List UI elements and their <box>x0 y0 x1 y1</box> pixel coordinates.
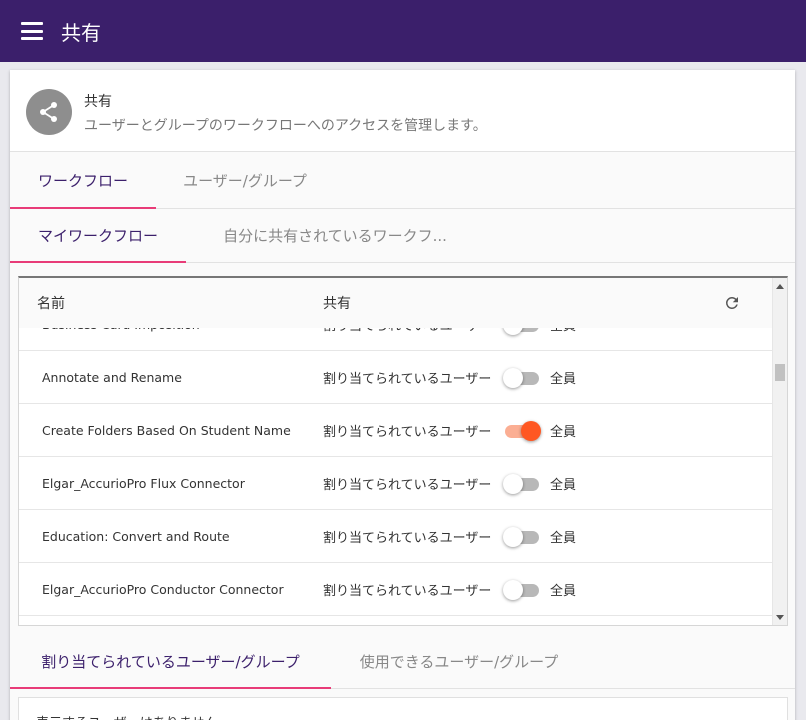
workflow-name: Annotate and Rename <box>42 370 182 385</box>
tab-shared-with-me[interactable]: 自分に共有されているワークフ... <box>186 209 484 262</box>
tab-workflows[interactable]: ワークフロー <box>10 152 156 209</box>
all-label: 全員 <box>550 531 577 546</box>
page-header: 共有 ユーザーとグループのワークフローへのアクセスを管理します。 <box>10 70 795 152</box>
table-row: Elgar_AccurioPro Flux Connector 割り当てられてい… <box>19 457 772 510</box>
share-all-toggle[interactable] <box>503 368 539 388</box>
workflow-name: Create Folders Based On Student Name <box>42 423 291 438</box>
all-label: 全員 <box>550 478 577 493</box>
workflow-name: Education: Convert and Route <box>42 529 230 544</box>
table-body: Business Card Imposition 割り当てられているユーザー 全… <box>19 328 772 625</box>
user-tabs: 割り当てられているユーザー/グループ 使用できるユーザー/グループ <box>10 634 795 689</box>
assigned-users-link[interactable]: 割り当てられているユーザー <box>323 404 491 457</box>
all-label: 全員 <box>550 328 576 351</box>
app-title: 共有 <box>61 20 101 45</box>
workflow-name: Business Card Imposition <box>42 328 200 351</box>
table-row: Create Folders Based On Student Name 割り当… <box>19 404 772 457</box>
hamburger-menu-icon[interactable] <box>21 22 43 40</box>
column-share-header: 共有 <box>323 296 351 312</box>
share-all-toggle[interactable] <box>503 474 539 494</box>
table-row: Business Card Imposition 割り当てられているユーザー 全… <box>19 328 772 351</box>
scroll-up-arrow-icon[interactable] <box>776 284 784 289</box>
share-icon <box>26 89 72 135</box>
share-all-toggle[interactable] <box>503 328 539 335</box>
workflow-name: Elgar_AccurioPro Flux Connector <box>42 476 245 491</box>
workflow-table: 名前 共有 Business Card Imposition 割り当てられている… <box>18 276 788 626</box>
tab-my-workflows[interactable]: マイワークフロー <box>10 209 186 263</box>
assigned-users-link[interactable]: 割り当てられているユーザー <box>323 563 491 616</box>
main-tabs: ワークフロー ユーザー/グループ <box>10 152 795 209</box>
refresh-icon[interactable] <box>723 294 741 312</box>
table-row: Annotate and Rename 割り当てられているユーザー 全員 <box>19 351 772 404</box>
assigned-users-link[interactable]: 割り当てられているユーザー <box>323 351 491 404</box>
table-scrollbar[interactable] <box>772 278 787 625</box>
share-all-toggle[interactable] <box>503 421 541 441</box>
all-label: 全員 <box>550 425 577 440</box>
tab-available-users[interactable]: 使用できるユーザー/グループ <box>331 634 587 688</box>
header-title: 共有 <box>84 94 112 110</box>
table-row: Education: Convert and Route 割り当てられているユー… <box>19 510 772 563</box>
sub-tabs: マイワークフロー 自分に共有されているワークフ... <box>10 209 795 263</box>
tab-users-groups[interactable]: ユーザー/グループ <box>156 152 334 208</box>
tab-assigned-users[interactable]: 割り当てられているユーザー/グループ <box>10 634 331 689</box>
share-all-toggle[interactable] <box>503 580 539 600</box>
empty-users-message: 表示するユーザーはありません <box>36 712 217 720</box>
scroll-thumb[interactable] <box>775 364 785 381</box>
assigned-users-link[interactable]: 割り当てられているユーザー <box>323 457 491 510</box>
assigned-users-link[interactable]: 割り当てられているユーザー <box>323 328 491 351</box>
workflow-name: Elgar_AccurioPro Conductor Connector <box>42 582 284 597</box>
header-subtitle: ユーザーとグループのワークフローへのアクセスを管理します。 <box>84 118 487 134</box>
all-label: 全員 <box>550 372 577 387</box>
scroll-down-arrow-icon[interactable] <box>776 615 784 620</box>
column-name-header: 名前 <box>37 296 65 312</box>
table-header: 名前 共有 <box>19 278 772 328</box>
all-label: 全員 <box>550 584 577 599</box>
users-panel: 表示するユーザーはありません <box>18 697 788 720</box>
app-bar: 共有 <box>0 0 806 62</box>
assigned-users-link[interactable]: 割り当てられているユーザー <box>323 510 491 563</box>
share-all-toggle[interactable] <box>503 527 539 547</box>
table-row: Elgar_AccurioPro Conductor Connector 割り当… <box>19 563 772 616</box>
share-card: 共有 ユーザーとグループのワークフローへのアクセスを管理します。 ワークフロー … <box>10 70 795 720</box>
